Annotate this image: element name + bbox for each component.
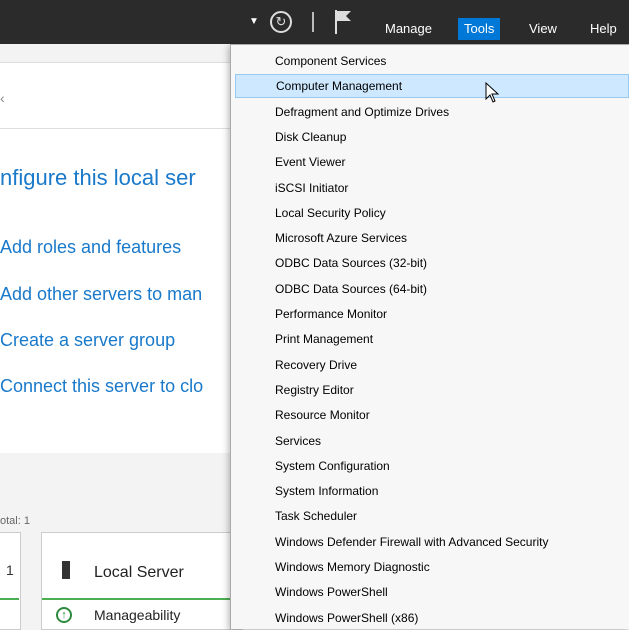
dropdown-arrow-icon[interactable]: ▼ xyxy=(249,16,259,27)
roles-tile[interactable] xyxy=(0,532,21,630)
configure-title: nfigure this local ser xyxy=(0,165,196,190)
tools-menu-item[interactable]: Windows PowerShell xyxy=(235,580,629,604)
tools-menu-item[interactable]: Performance Monitor xyxy=(235,302,629,326)
task-connect-cloud[interactable]: Connect this server to clo xyxy=(0,376,203,397)
flag-icon[interactable] xyxy=(334,10,354,34)
task-create-group[interactable]: Create a server group xyxy=(0,330,175,351)
task-add-roles[interactable]: Add roles and features xyxy=(0,237,181,258)
tools-menu-item[interactable]: Windows PowerShell (x86) xyxy=(235,606,629,630)
menu-tools[interactable]: Tools xyxy=(458,18,501,40)
tools-menu-item[interactable]: Resource Monitor xyxy=(235,403,629,427)
tools-menu-item[interactable]: Recovery Drive xyxy=(235,353,629,377)
tools-menu-item[interactable]: Services xyxy=(235,429,629,453)
local-server-title[interactable]: Local Server xyxy=(94,564,184,582)
tools-menu-item[interactable]: Disk Cleanup xyxy=(235,125,629,149)
tools-menu-item[interactable]: Event Viewer xyxy=(235,150,629,174)
tools-menu-item[interactable]: Computer Management xyxy=(235,74,629,99)
server-icon xyxy=(62,561,70,579)
menu-view[interactable]: View xyxy=(523,18,563,40)
tools-menu-item[interactable]: Component Services xyxy=(235,49,629,73)
collapse-arrow-icon[interactable]: ‹ xyxy=(0,90,5,106)
tools-menu-item[interactable]: Defragment and Optimize Drives xyxy=(235,100,629,124)
total-count-label: otal: 1 xyxy=(0,515,30,527)
tools-menu-item[interactable]: System Configuration xyxy=(235,454,629,478)
tools-menu-item[interactable]: Task Scheduler xyxy=(235,504,629,528)
title-bar: ▼ ↻ Manage Tools View Help xyxy=(0,0,629,44)
refresh-icon[interactable]: ↻ xyxy=(270,11,292,33)
tools-menu-item[interactable]: Microsoft Azure Services xyxy=(235,226,629,250)
menu-help[interactable]: Help xyxy=(584,18,623,40)
tools-menu-item[interactable]: iSCSI Initiator xyxy=(235,176,629,200)
manageability-label[interactable]: Manageability xyxy=(94,607,180,623)
tools-menu-item[interactable]: System Information xyxy=(235,479,629,503)
toolbar-separator xyxy=(312,12,314,32)
roles-tile-count: 1 xyxy=(6,562,14,578)
tools-menu-item[interactable]: ODBC Data Sources (32-bit) xyxy=(235,251,629,275)
status-up-arrow-icon: ↑ xyxy=(56,607,72,623)
tools-menu-item[interactable]: Windows Defender Firewall with Advanced … xyxy=(235,530,629,554)
task-add-servers[interactable]: Add other servers to man xyxy=(0,284,202,305)
tools-menu-item[interactable]: ODBC Data Sources (64-bit) xyxy=(235,277,629,301)
menu-manage[interactable]: Manage xyxy=(379,18,438,40)
tools-menu-item[interactable]: Registry Editor xyxy=(235,378,629,402)
tools-menu-item[interactable]: Windows Memory Diagnostic xyxy=(235,555,629,579)
status-bar xyxy=(42,598,230,600)
tools-dropdown-menu: Component Services Computer Management Def… xyxy=(230,44,629,629)
status-bar xyxy=(0,598,19,600)
mouse-cursor-icon xyxy=(485,82,500,103)
tools-menu-item[interactable]: Local Security Policy xyxy=(235,201,629,225)
tools-menu-item[interactable]: Print Management xyxy=(235,327,629,351)
